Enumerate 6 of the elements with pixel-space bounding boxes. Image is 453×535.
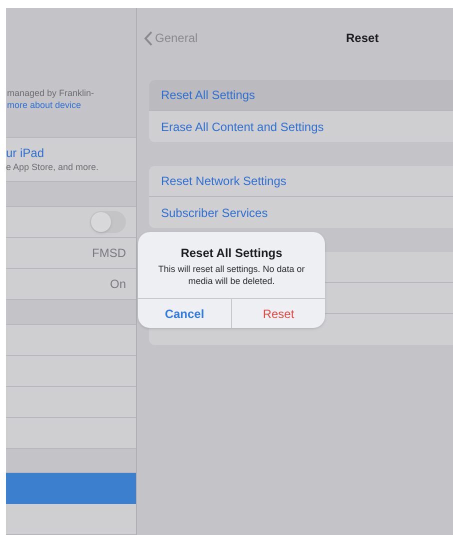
alert-title: Reset All Settings	[180, 245, 282, 261]
page-title: Reset	[346, 30, 379, 47]
alert-message: This will reset all settings. No data or media will be deleted.	[157, 263, 306, 287]
footer-text: managed by Franklin-	[7, 87, 96, 100]
value-text: On	[110, 276, 126, 293]
value-text: FMSD	[92, 245, 126, 262]
